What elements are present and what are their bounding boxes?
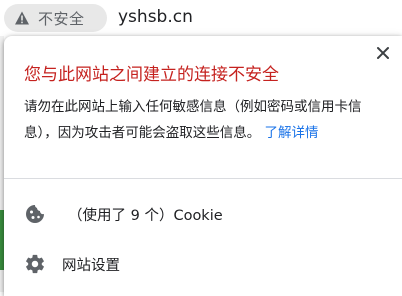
security-chip[interactable]: 不安全 <box>4 4 107 32</box>
security-label: 不安全 <box>38 9 85 28</box>
divider <box>4 178 402 179</box>
learn-more-link[interactable]: 了解详情 <box>265 125 319 141</box>
url-text[interactable]: yshsb.cn <box>118 7 193 27</box>
site-info-popup: 您与此网站之间建立的连接不安全 请勿在此网站上输入任何敏感信息（例如密码或信用卡… <box>4 36 402 296</box>
cookies-label: （使用了 9 个）Cookie <box>68 207 223 224</box>
popup-title: 您与此网站之间建立的连接不安全 <box>24 65 279 85</box>
site-settings-label: 网站设置 <box>62 257 120 274</box>
cookies-row[interactable]: （使用了 9 个）Cookie <box>4 192 402 236</box>
site-settings-row[interactable]: 网站设置 <box>4 242 402 286</box>
cookie-icon <box>24 203 46 225</box>
popup-description: 请勿在此网站上输入任何敏感信息（例如密码或信用卡信息），因为攻击者可能会盗取这些… <box>24 94 384 146</box>
close-icon[interactable] <box>374 44 392 62</box>
warning-triangle-icon <box>14 10 30 26</box>
gear-icon <box>24 253 46 275</box>
address-bar: 不安全 yshsb.cn <box>0 0 402 36</box>
